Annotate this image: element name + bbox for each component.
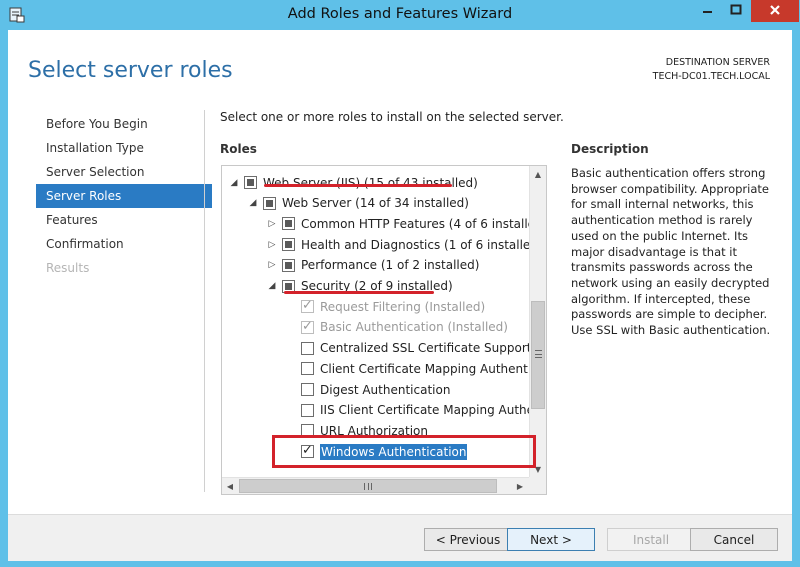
checkbox-common-http-features[interactable] bbox=[282, 217, 295, 231]
scroll-right-button[interactable]: ▶ bbox=[512, 478, 528, 494]
install-button: Install bbox=[607, 528, 695, 551]
scroll-up-button[interactable]: ▲ bbox=[530, 166, 546, 183]
triangle-down-icon[interactable]: ◢ bbox=[266, 281, 278, 291]
tree-row-iis-client-certificate-mapping-authentication[interactable]: IIS Client Certificate Mapping Authentic… bbox=[222, 400, 530, 421]
checkbox-centralized-ssl-certificate-support[interactable] bbox=[301, 341, 314, 355]
checkbox-iis-client-certificate-mapping-authentication[interactable] bbox=[301, 403, 314, 417]
annotation-underline-security bbox=[284, 291, 434, 294]
checkbox-client-certificate-mapping-authentication[interactable] bbox=[301, 362, 314, 376]
triangle-right-icon[interactable]: ▷ bbox=[266, 219, 278, 229]
nav-item-features[interactable]: Features bbox=[36, 208, 212, 232]
nav-item-server-selection[interactable]: Server Selection bbox=[36, 160, 212, 184]
destination-server-label: DESTINATION SERVER bbox=[665, 57, 770, 68]
annotation-box-windows-auth bbox=[272, 435, 536, 468]
instruction-text: Select one or more roles to install on t… bbox=[220, 110, 564, 124]
triangle-down-icon[interactable]: ◢ bbox=[247, 198, 259, 208]
annotation-underline-web-server bbox=[264, 184, 452, 187]
triangle-right-icon[interactable]: ▷ bbox=[266, 240, 278, 250]
wizard-footer: < Previous Next > Install Cancel bbox=[8, 514, 792, 561]
tree-row-digest-authentication[interactable]: Digest Authentication bbox=[222, 379, 530, 400]
nav-divider bbox=[204, 110, 205, 492]
tree-row-label: Health and Diagnostics (1 of 6 installed… bbox=[301, 237, 530, 252]
vertical-scroll-thumb[interactable] bbox=[531, 301, 545, 409]
horizontal-scroll-thumb[interactable] bbox=[239, 479, 497, 493]
checkbox-basic-authentication bbox=[301, 319, 314, 334]
wizard-nav: Before You Begin Installation Type Serve… bbox=[36, 112, 212, 280]
tree-row-label: Performance (1 of 2 installed) bbox=[301, 258, 480, 273]
tree-row-label: Web Server (IIS) (15 of 43 installed) bbox=[263, 175, 478, 190]
tree-row-centralized-ssl-certificate-support[interactable]: Centralized SSL Certificate Support bbox=[222, 338, 530, 359]
tree-row-basic-authentication[interactable]: Basic Authentication (Installed) bbox=[222, 317, 530, 338]
wizard-window: Add Roles and Features Wizard Select ser… bbox=[0, 0, 800, 567]
description-heading: Description bbox=[571, 142, 649, 156]
grip-icon bbox=[535, 350, 542, 358]
checkbox-performance[interactable] bbox=[282, 258, 295, 272]
nav-item-before-you-begin[interactable]: Before You Begin bbox=[36, 112, 212, 136]
maximize-button[interactable] bbox=[722, 0, 750, 22]
checkbox-health-and-diagnostics[interactable] bbox=[282, 238, 295, 252]
destination-server-name: TECH-DC01.TECH.LOCAL bbox=[652, 71, 770, 82]
grip-icon bbox=[364, 483, 372, 490]
checkbox-digest-authentication[interactable] bbox=[301, 383, 314, 396]
close-icon bbox=[769, 4, 781, 19]
description-text: Basic authentication offers strong brows… bbox=[571, 166, 771, 338]
tree-row-label: Web Server (14 of 34 installed) bbox=[282, 196, 469, 211]
vertical-scrollbar[interactable]: ▲ ▼ bbox=[529, 166, 546, 478]
tree-row-performance[interactable]: ▷ Performance (1 of 2 installed) bbox=[222, 255, 530, 276]
wizard-content: Select server roles DESTINATION SERVER T… bbox=[8, 30, 792, 561]
minimize-button[interactable] bbox=[694, 0, 722, 22]
horizontal-scrollbar[interactable]: ◀ ▶ bbox=[222, 477, 546, 494]
chevron-up-icon: ▲ bbox=[534, 170, 542, 179]
tree-row-web-server[interactable]: ◢ Web Server (14 of 34 installed) bbox=[222, 193, 530, 214]
nav-item-installation-type[interactable]: Installation Type bbox=[36, 136, 212, 160]
triangle-right-icon[interactable]: ▷ bbox=[266, 260, 278, 270]
close-button[interactable] bbox=[751, 0, 799, 22]
roles-tree-viewport: ◢ Web Server (IIS) (15 of 43 installed) ◢ W… bbox=[222, 166, 530, 478]
tree-row-label: Digest Authentication bbox=[320, 382, 451, 397]
title-bar[interactable]: Add Roles and Features Wizard bbox=[0, 0, 800, 30]
minimize-icon bbox=[702, 4, 714, 18]
checkbox-request-filtering bbox=[301, 298, 314, 314]
triangle-down-icon[interactable]: ◢ bbox=[228, 178, 240, 188]
tree-row-web-server-iis[interactable]: ◢ Web Server (IIS) (15 of 43 installed) bbox=[222, 172, 530, 193]
tree-row-label: Basic Authentication (Installed) bbox=[320, 320, 508, 335]
nav-item-server-roles[interactable]: Server Roles bbox=[36, 184, 212, 208]
destination-server: DESTINATION SERVER TECH-DC01.TECH.LOCAL bbox=[653, 56, 770, 84]
page-title: Select server roles bbox=[28, 58, 233, 83]
tree-row-label: Request Filtering (Installed) bbox=[320, 299, 486, 314]
tree-row-request-filtering[interactable]: Request Filtering (Installed) bbox=[222, 296, 530, 317]
nav-item-results: Results bbox=[46, 261, 90, 275]
maximize-icon bbox=[730, 4, 742, 18]
tree-row-label: Client Certificate Mapping Authenticatio… bbox=[320, 361, 530, 376]
tree-row-client-certificate-mapping-authentication[interactable]: Client Certificate Mapping Authenticatio… bbox=[222, 358, 530, 379]
chevron-left-icon: ◀ bbox=[226, 481, 234, 491]
cancel-button[interactable]: Cancel bbox=[690, 528, 778, 551]
scrollbar-corner bbox=[529, 477, 546, 494]
tree-row-common-http-features[interactable]: ▷ Common HTTP Features (4 of 6 installed) bbox=[222, 213, 530, 234]
checkbox-web-server[interactable] bbox=[263, 196, 276, 210]
roles-heading: Roles bbox=[220, 142, 257, 156]
tree-row-label: IIS Client Certificate Mapping Authentic… bbox=[320, 403, 530, 418]
chevron-right-icon: ▶ bbox=[516, 481, 524, 491]
checkbox-web-server-iis[interactable] bbox=[244, 176, 257, 189]
next-button[interactable]: Next > bbox=[507, 528, 595, 551]
previous-button[interactable]: < Previous bbox=[424, 528, 512, 551]
tree-row-label: Common HTTP Features (4 of 6 installed) bbox=[301, 216, 530, 231]
nav-item-confirmation[interactable]: Confirmation bbox=[36, 232, 212, 256]
tree-row-health-and-diagnostics[interactable]: ▷ Health and Diagnostics (1 of 6 installe… bbox=[222, 234, 530, 255]
scroll-left-button[interactable]: ◀ bbox=[222, 478, 238, 494]
window-title: Add Roles and Features Wizard bbox=[287, 6, 513, 22]
tree-row-label: Centralized SSL Certificate Support bbox=[320, 341, 530, 356]
